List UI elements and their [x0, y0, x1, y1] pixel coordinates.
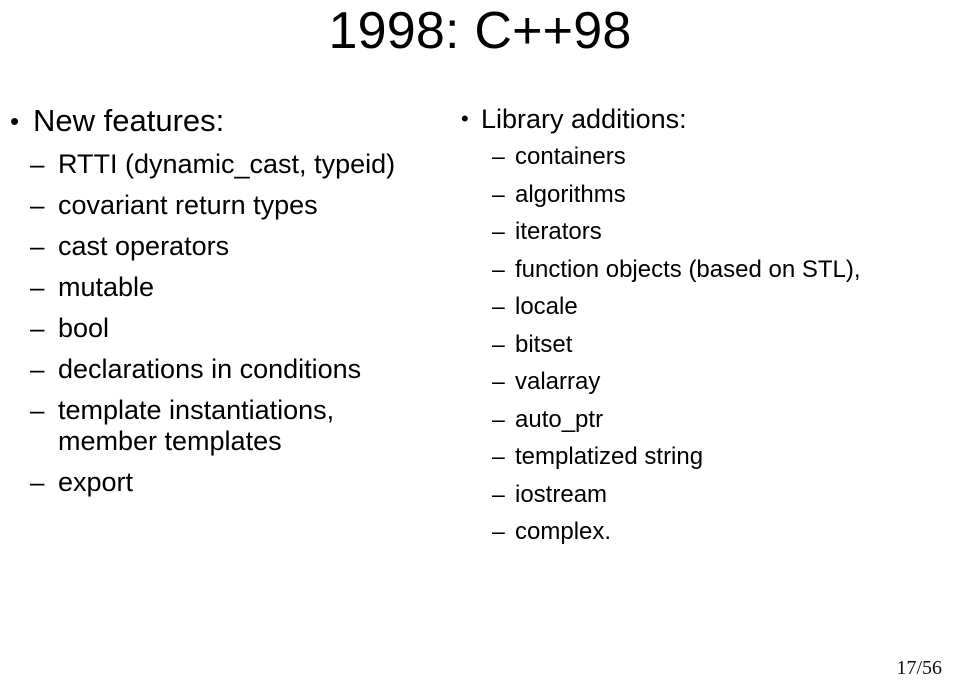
list-item: – algorithms	[461, 181, 951, 208]
list-item-label: algorithms	[515, 180, 626, 208]
list-item: – export	[10, 467, 450, 498]
list-item-label: RTTI (dynamic_cast, typeid)	[58, 149, 396, 179]
bullet-icon: •	[10, 106, 20, 136]
dash-icon: –	[30, 272, 45, 302]
list-item: – mutable	[10, 272, 450, 303]
dash-icon: –	[492, 368, 505, 394]
dash-icon: –	[30, 313, 45, 343]
dash-icon: –	[30, 149, 45, 179]
list-item: – iterators	[461, 218, 951, 245]
slide-body: • New features: – RTTI (dynamic_cast, ty…	[0, 104, 960, 574]
dash-icon: –	[30, 354, 45, 384]
list-item-label: mutable	[58, 272, 155, 302]
list-item-label: export	[58, 467, 134, 497]
list-item-label: templatized string	[515, 443, 704, 470]
page-title: 1998: C++98	[328, 2, 632, 60]
list-item-label: template instantiations, member template…	[58, 395, 335, 456]
right-column: • Library additions: – containers – algo…	[461, 104, 951, 556]
dash-icon: –	[492, 143, 505, 169]
list-item: – containers	[461, 143, 951, 170]
dash-icon: –	[492, 443, 505, 469]
left-column-heading: • New features:	[10, 104, 450, 138]
left-column: • New features: – RTTI (dynamic_cast, ty…	[10, 104, 450, 508]
dash-icon: –	[30, 467, 45, 497]
dash-icon: –	[30, 395, 45, 425]
dash-icon: –	[492, 330, 505, 357]
dash-icon: –	[492, 480, 505, 507]
list-item: – valarray	[461, 368, 951, 395]
list-item: – templatized string	[461, 443, 951, 470]
list-item-label: bitset	[515, 330, 573, 358]
list-item: – locale	[461, 293, 951, 320]
dash-icon: –	[492, 180, 505, 207]
list-item-label: declarations in conditions	[58, 354, 362, 384]
list-item-label: bool	[58, 313, 110, 343]
list-item-label: cast operators	[58, 231, 230, 261]
list-item-label: covariant return types	[58, 190, 318, 220]
list-item-label: complex.	[515, 518, 612, 545]
list-item: – RTTI (dynamic_cast, typeid)	[10, 149, 450, 180]
list-item: – iostream	[461, 481, 951, 508]
list-item-label: containers	[515, 143, 626, 170]
list-item: – declarations in conditions	[10, 354, 450, 385]
dash-icon: –	[30, 231, 45, 261]
list-item: – cast operators	[10, 231, 450, 262]
bullet-icon: •	[461, 106, 469, 131]
list-item: – bool	[10, 313, 450, 344]
dash-icon: –	[492, 218, 505, 244]
dash-icon: –	[492, 518, 505, 544]
list-item-label: iostream	[515, 480, 608, 508]
list-item-label: function objects (based on STL),	[515, 255, 861, 283]
right-column-heading: • Library additions:	[461, 104, 951, 134]
list-item: – template instantiations, member templa…	[10, 395, 450, 457]
list-item-label: locale	[515, 293, 578, 320]
slide-canvas: 1998: C++98 • New features: – RTTI (dyna…	[0, 0, 960, 688]
right-library-list: – containers – algorithms – iterators – …	[461, 143, 951, 545]
list-item: – function objects (based on STL),	[461, 256, 951, 283]
list-item: – auto_ptr	[461, 406, 951, 433]
dash-icon: –	[30, 190, 45, 220]
list-item: – covariant return types	[10, 190, 450, 221]
right-column-heading-label: Library additions:	[481, 104, 687, 134]
left-feature-list: – RTTI (dynamic_cast, typeid) – covarian…	[10, 149, 450, 498]
list-item-label: iterators	[515, 218, 602, 245]
dash-icon: –	[492, 405, 505, 432]
dash-icon: –	[492, 255, 505, 282]
page-number: 17/56	[896, 657, 942, 679]
left-column-heading-label: New features:	[33, 103, 225, 138]
list-item: – complex.	[461, 518, 951, 545]
list-item-label: auto_ptr	[515, 405, 604, 433]
list-item-label: valarray	[515, 368, 601, 395]
dash-icon: –	[492, 293, 505, 319]
list-item: – bitset	[461, 331, 951, 358]
